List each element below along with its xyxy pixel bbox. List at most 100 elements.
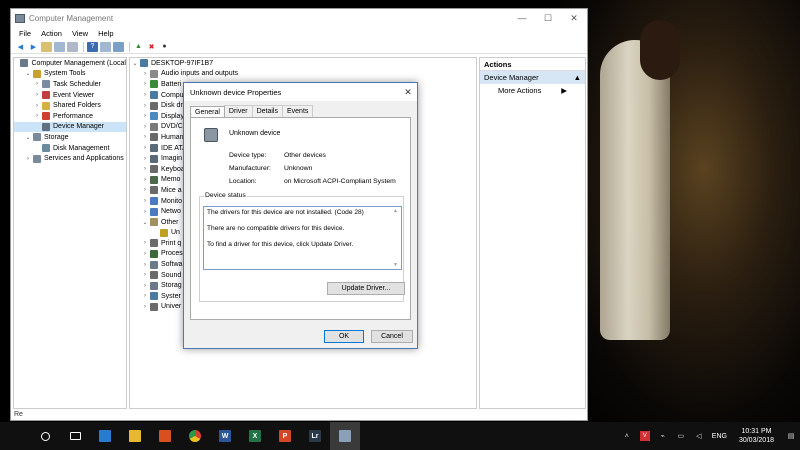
expand-arrow-icon[interactable]: › (142, 71, 148, 77)
expand-arrow-icon[interactable]: ⌄ (25, 134, 31, 141)
word-icon[interactable]: W (210, 422, 240, 450)
expand-arrow-icon[interactable]: › (34, 81, 40, 87)
tree-item[interactable]: › Event Viewer (14, 90, 126, 101)
expand-arrow-icon[interactable]: › (142, 81, 148, 87)
device-category-icon (150, 165, 158, 174)
show-hidden-icons-icon[interactable]: ˄ (622, 431, 632, 441)
expand-arrow-icon[interactable]: › (142, 103, 148, 109)
start-icon[interactable] (0, 422, 30, 450)
tree-item-label: Storage (44, 133, 69, 141)
update-driver-button[interactable]: Update Driver... (327, 282, 405, 295)
scan-hardware-icon[interactable] (113, 41, 124, 52)
tree-item[interactable]: › Task Scheduler (14, 79, 126, 90)
tree-item[interactable]: ⌄ Storage (14, 132, 126, 143)
expand-arrow-icon[interactable]: › (142, 293, 148, 299)
actions-section-device-manager[interactable]: Device Manager ▲ (480, 71, 585, 84)
collapse-up-icon[interactable]: ▲ (574, 73, 581, 82)
expand-arrow-icon[interactable]: › (25, 156, 31, 162)
tree-item[interactable]: Disk Management (14, 143, 126, 154)
more-actions-item[interactable]: More Actions ▶ (480, 84, 585, 97)
tree-item[interactable]: ⌄ System Tools (14, 69, 126, 80)
expand-arrow-icon[interactable]: › (34, 92, 40, 98)
cancel-button[interactable]: Cancel (371, 330, 413, 343)
expand-arrow-icon[interactable]: › (142, 251, 148, 257)
tab-details[interactable]: Details (251, 105, 283, 117)
file-explorer-icon[interactable] (120, 422, 150, 450)
back-arrow-icon[interactable]: ◀ (15, 42, 26, 52)
expand-arrow-icon[interactable]: › (142, 187, 148, 193)
expand-arrow-icon[interactable]: › (142, 240, 148, 246)
expand-arrow-icon[interactable]: › (142, 92, 148, 98)
media-player-icon[interactable] (150, 422, 180, 450)
menu-file[interactable]: File (14, 29, 36, 38)
help-icon[interactable]: ? (87, 41, 98, 52)
expand-arrow-icon[interactable]: › (142, 177, 148, 183)
menu-view[interactable]: View (67, 29, 93, 38)
properties-icon[interactable] (100, 41, 111, 52)
powerpoint-icon[interactable]: P (270, 422, 300, 450)
expand-arrow-icon[interactable]: › (142, 166, 148, 172)
ok-button[interactable]: OK (324, 330, 364, 343)
expand-arrow-icon[interactable]: › (142, 113, 148, 119)
chrome-icon[interactable] (180, 422, 210, 450)
window-titlebar[interactable]: Computer Management — ☐ ✕ (11, 9, 587, 27)
battery-icon[interactable]: ▭ (676, 431, 686, 441)
expand-arrow-icon[interactable]: › (142, 272, 148, 278)
volume-icon[interactable]: ◁ (694, 431, 704, 441)
expand-arrow-icon[interactable]: › (142, 124, 148, 130)
uninstall-device-icon[interactable]: ✖ (146, 42, 157, 52)
expand-arrow-icon[interactable]: › (142, 283, 148, 289)
dialog-titlebar[interactable]: Unknown device Properties ✕ (184, 83, 417, 101)
status-scrollbar[interactable]: ▲ ▼ (391, 208, 400, 268)
action-center-icon[interactable]: ▤ (786, 431, 796, 441)
excel-icon[interactable]: X (240, 422, 270, 450)
menu-help[interactable]: Help (93, 29, 118, 38)
computer-management-icon[interactable] (330, 422, 360, 450)
expand-arrow-icon[interactable]: › (34, 103, 40, 109)
network-icon[interactable]: ⌁ (658, 431, 668, 441)
tree-item[interactable]: › Shared Folders (14, 100, 126, 111)
minimize-button[interactable]: — (509, 9, 535, 27)
device-status-textbox[interactable]: The drivers for this device are not inst… (203, 206, 402, 270)
tree-item[interactable]: Device Manager (14, 121, 126, 133)
console-tree-pane: Computer Management (Local ⌄ System Tools ›… (13, 57, 127, 409)
tree-item[interactable]: › Services and Applications (14, 153, 126, 164)
forward-arrow-icon[interactable]: ▶ (28, 42, 39, 52)
update-driver-icon[interactable]: ▲ (133, 42, 144, 52)
expand-arrow-icon[interactable]: › (34, 113, 40, 119)
device-category-icon (150, 239, 158, 248)
expand-arrow-icon[interactable]: › (142, 209, 148, 215)
device-category[interactable]: › Audio inputs and outputs (130, 69, 476, 80)
expand-arrow-icon[interactable]: ⌄ (142, 219, 148, 226)
close-button[interactable]: ✕ (561, 9, 587, 27)
maximize-button[interactable]: ☐ (535, 9, 561, 27)
expand-arrow-icon[interactable]: › (142, 145, 148, 151)
expand-arrow-icon[interactable]: › (142, 304, 148, 310)
clock[interactable]: 10:31 PM 30/03/2018 (739, 427, 774, 445)
disable-device-icon[interactable]: ● (159, 42, 170, 52)
tree-item[interactable]: Computer Management (Local (14, 58, 126, 69)
expand-arrow-icon[interactable]: › (142, 156, 148, 162)
task-view-icon[interactable] (60, 422, 90, 450)
expand-arrow-icon[interactable]: › (142, 262, 148, 268)
language-indicator[interactable]: ENG (712, 433, 727, 440)
antivirus-icon[interactable]: V (639, 431, 650, 441)
expand-arrow-icon[interactable]: › (142, 134, 148, 140)
expand-arrow-icon[interactable]: ⌄ (25, 70, 31, 77)
expand-arrow-icon[interactable]: › (142, 198, 148, 204)
scroll-up-icon[interactable]: ▲ (393, 208, 398, 214)
show-hide-tree-icon[interactable] (54, 41, 65, 52)
scroll-down-icon[interactable]: ▼ (393, 262, 398, 268)
up-folder-icon[interactable] (41, 41, 52, 52)
collapse-arrow-icon[interactable]: ⌄ (132, 60, 138, 67)
device-root[interactable]: ⌄ DESKTOP-97IF1B7 (130, 58, 476, 69)
tree-item[interactable]: › Performance (14, 111, 126, 122)
store-icon[interactable] (90, 422, 120, 450)
search-icon[interactable] (30, 422, 60, 450)
tab-events[interactable]: Events (281, 105, 314, 117)
tab-driver[interactable]: Driver (223, 105, 253, 117)
dialog-close-button[interactable]: ✕ (399, 87, 417, 98)
console-tree-icon[interactable] (67, 41, 78, 52)
menu-action[interactable]: Action (36, 29, 67, 38)
lightroom-icon[interactable]: Lr (300, 422, 330, 450)
